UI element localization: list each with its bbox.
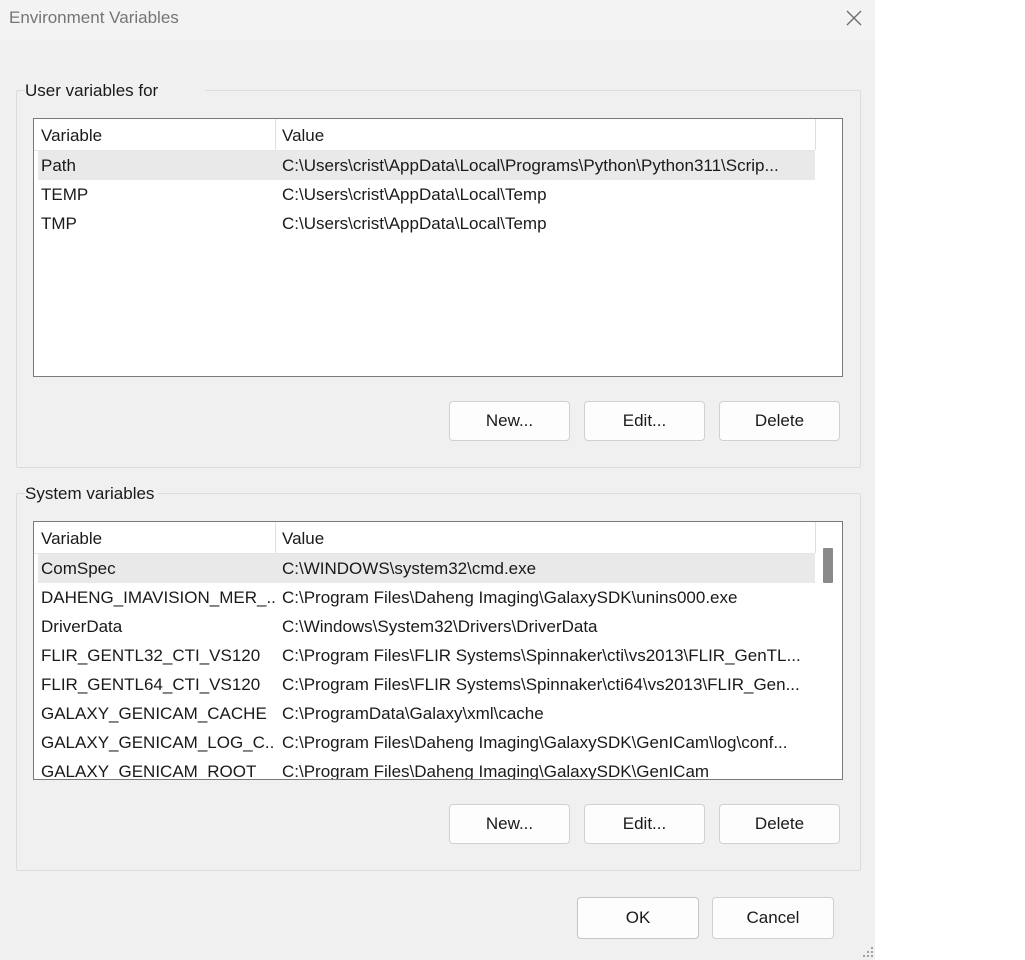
variable-value: C:\Program Files\Daheng Imaging\GalaxySD…	[282, 733, 788, 752]
table-row[interactable]: GALAXY_GENICAM_LOG_C... C:\Program Files…	[38, 728, 815, 757]
table-row[interactable]: DAHENG_IMAVISION_MER_... C:\Program File…	[38, 583, 815, 612]
column-divider	[815, 119, 816, 150]
close-button[interactable]	[838, 2, 870, 34]
scrollbar-thumb[interactable]	[823, 548, 833, 583]
title-bar: Environment Variables	[0, 0, 875, 40]
variable-name: FLIR_GENTL64_CTI_VS120	[41, 675, 261, 694]
variable-name: FLIR_GENTL32_CTI_VS120	[41, 646, 261, 665]
system-new-button[interactable]: New...	[449, 804, 570, 844]
variable-value: C:\WINDOWS\system32\cmd.exe	[282, 559, 537, 578]
system-delete-button[interactable]: Delete	[719, 804, 840, 844]
table-row[interactable]: TMP C:\Users\crist\AppData\Local\Temp	[38, 209, 815, 238]
table-row[interactable]: Path C:\Users\crist\AppData\Local\Progra…	[38, 151, 815, 180]
column-divider[interactable]	[275, 522, 276, 553]
table-row[interactable]: DriverData C:\Windows\System32\Drivers\D…	[38, 612, 815, 641]
user-edit-button[interactable]: Edit...	[584, 401, 705, 441]
resize-grip-icon[interactable]	[860, 944, 874, 958]
system-variables-list[interactable]: Variable Value ComSpec C:\WINDOWS\system…	[33, 521, 843, 780]
variable-name: DriverData	[41, 617, 123, 636]
user-variables-list[interactable]: Variable Value Path C:\Users\crist\AppDa…	[33, 118, 843, 377]
variable-value: C:\Windows\System32\Drivers\DriverData	[282, 617, 598, 636]
variable-name: TMP	[41, 214, 77, 233]
variable-name: GALAXY_GENICAM_CACHE	[41, 704, 267, 723]
table-row[interactable]: GALAXY_GENICAM_ROOT C:\Program Files\Dah…	[38, 757, 815, 780]
variable-value: C:\Program Files\FLIR Systems\Spinnaker\…	[282, 675, 800, 694]
column-divider	[815, 522, 816, 553]
variable-value: C:\Program Files\Daheng Imaging\GalaxySD…	[282, 762, 710, 780]
user-variables-label: User variables for	[25, 81, 205, 101]
system-variables-label: System variables	[25, 484, 159, 504]
environment-variables-dialog: Environment Variables User variables for…	[0, 0, 875, 960]
ok-button[interactable]: OK	[577, 897, 699, 939]
variable-value: C:\Program Files\FLIR Systems\Spinnaker\…	[282, 646, 801, 665]
variable-value: C:\Program Files\Daheng Imaging\GalaxySD…	[282, 588, 738, 607]
variable-name: Path	[41, 156, 76, 175]
list-header: Variable Value	[34, 119, 816, 151]
list-header: Variable Value	[34, 522, 816, 554]
column-header-variable[interactable]: Variable	[41, 522, 275, 553]
table-row[interactable]: TEMP C:\Users\crist\AppData\Local\Temp	[38, 180, 815, 209]
column-header-variable[interactable]: Variable	[41, 119, 275, 150]
table-row[interactable]: FLIR_GENTL32_CTI_VS120 C:\Program Files\…	[38, 641, 815, 670]
variable-name: GALAXY_GENICAM_ROOT	[41, 762, 257, 780]
variable-value: C:\Users\crist\AppData\Local\Programs\Py…	[282, 156, 779, 175]
variable-value: C:\Users\crist\AppData\Local\Temp	[282, 185, 547, 204]
variable-value: C:\ProgramData\Galaxy\xml\cache	[282, 704, 544, 723]
redacted-username	[162, 84, 201, 99]
system-edit-button[interactable]: Edit...	[584, 804, 705, 844]
table-row[interactable]: FLIR_GENTL64_CTI_VS120 C:\Program Files\…	[38, 670, 815, 699]
variable-name: DAHENG_IMAVISION_MER_...	[41, 588, 275, 607]
user-delete-button[interactable]: Delete	[719, 401, 840, 441]
variable-value: C:\Users\crist\AppData\Local\Temp	[282, 214, 547, 233]
window-title: Environment Variables	[9, 8, 179, 27]
table-row[interactable]: ComSpec C:\WINDOWS\system32\cmd.exe	[38, 554, 815, 583]
variable-name: ComSpec	[41, 559, 116, 578]
table-row[interactable]: GALAXY_GENICAM_CACHE C:\ProgramData\Gala…	[38, 699, 815, 728]
variable-name: GALAXY_GENICAM_LOG_C...	[41, 733, 275, 752]
user-new-button[interactable]: New...	[449, 401, 570, 441]
variable-name: TEMP	[41, 185, 89, 204]
column-header-value[interactable]: Value	[282, 522, 802, 553]
close-icon	[846, 10, 862, 26]
cancel-button[interactable]: Cancel	[712, 897, 834, 939]
vertical-scrollbar[interactable]	[819, 522, 842, 779]
column-header-value[interactable]: Value	[282, 119, 802, 150]
column-divider[interactable]	[275, 119, 276, 150]
